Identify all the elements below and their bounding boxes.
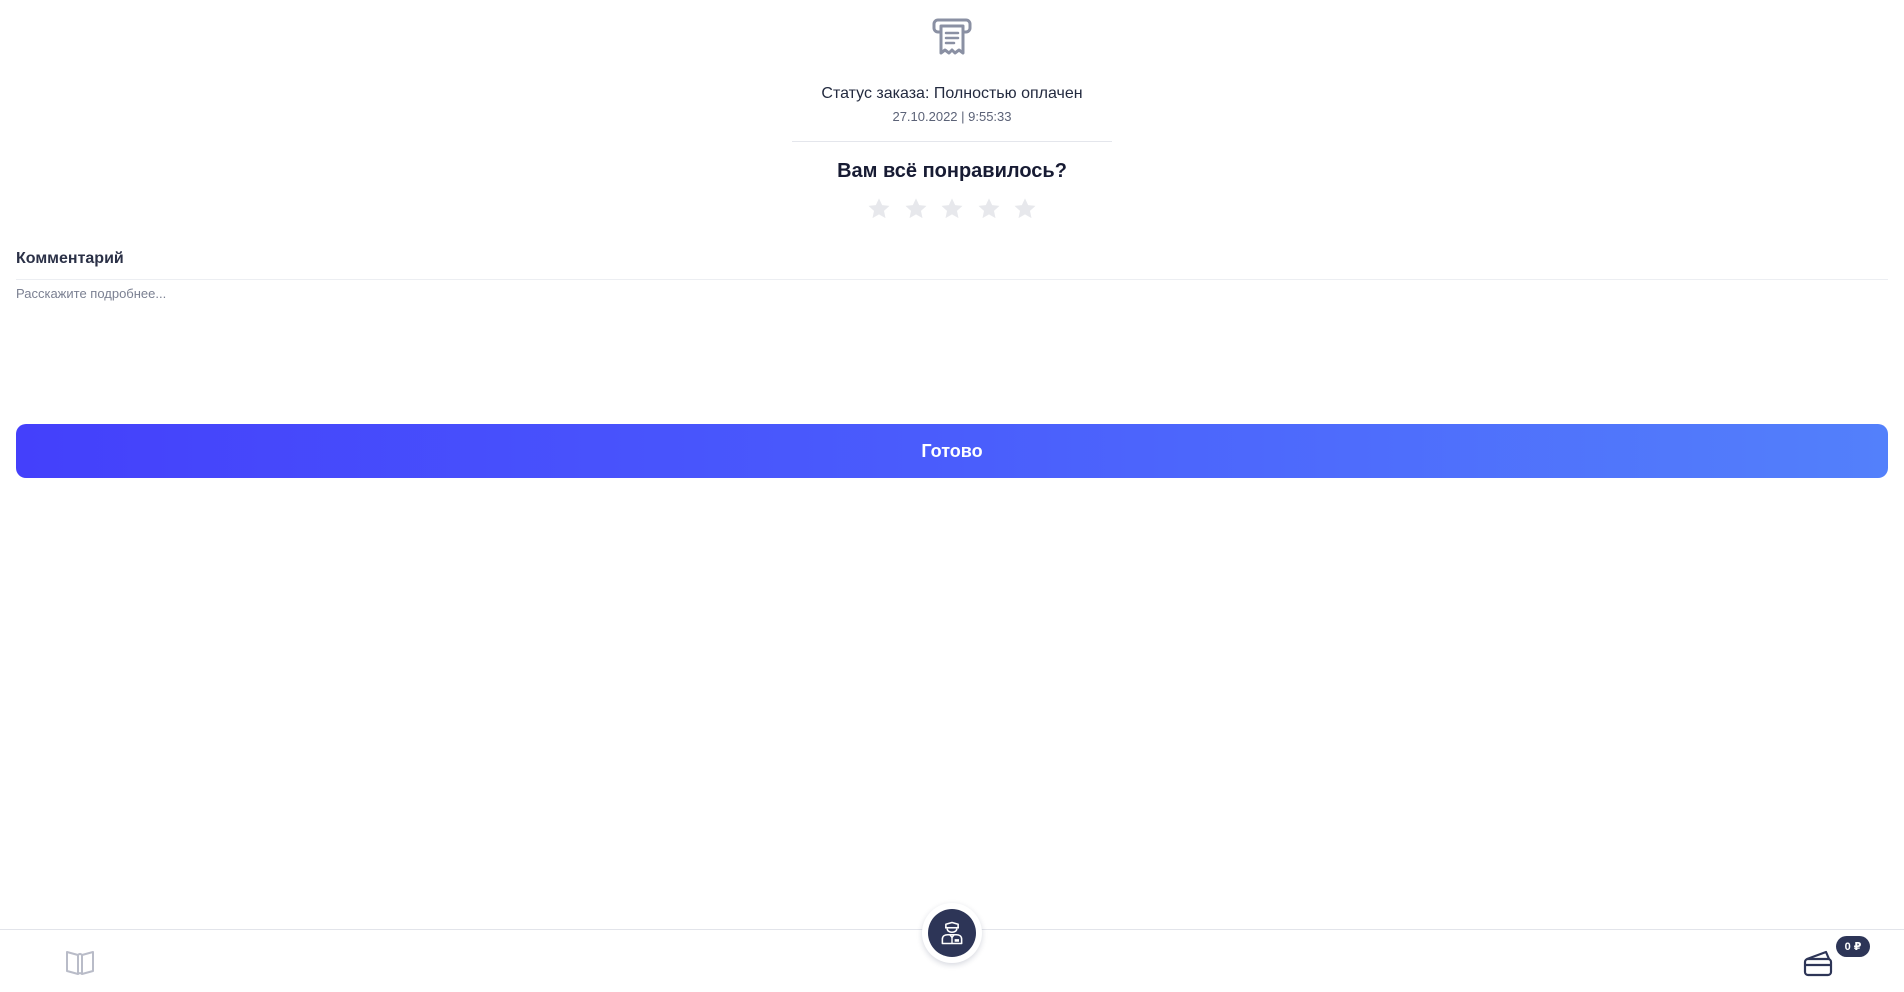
receipt-icon xyxy=(932,16,972,56)
wallet-icon[interactable] xyxy=(1802,948,1836,978)
done-button[interactable]: Готово xyxy=(16,424,1888,478)
star-1-icon[interactable] xyxy=(866,196,892,222)
rating-question: Вам всё понравилось? xyxy=(837,160,1067,182)
comment-divider xyxy=(16,279,1888,280)
order-status: Статус заказа: Полностью оплачен xyxy=(821,85,1083,102)
order-feedback-page: Статус заказа: Полностью оплачен 27.10.2… xyxy=(0,0,1904,992)
balance-badge: 0 ₽ xyxy=(1836,936,1870,957)
star-rating xyxy=(866,194,1038,224)
star-4-icon[interactable] xyxy=(976,196,1002,222)
call-waiter-button[interactable] xyxy=(922,903,982,963)
star-5-icon[interactable] xyxy=(1012,196,1038,222)
book-open-icon[interactable] xyxy=(64,946,96,978)
comment-label: Комментарий xyxy=(16,250,124,267)
header-divider xyxy=(792,141,1112,142)
waiter-icon xyxy=(928,909,976,957)
comment-textarea[interactable] xyxy=(16,284,1888,404)
star-2-icon[interactable] xyxy=(903,196,929,222)
order-datetime: 27.10.2022 | 9:55:33 xyxy=(892,109,1012,124)
star-3-icon[interactable] xyxy=(939,196,965,222)
